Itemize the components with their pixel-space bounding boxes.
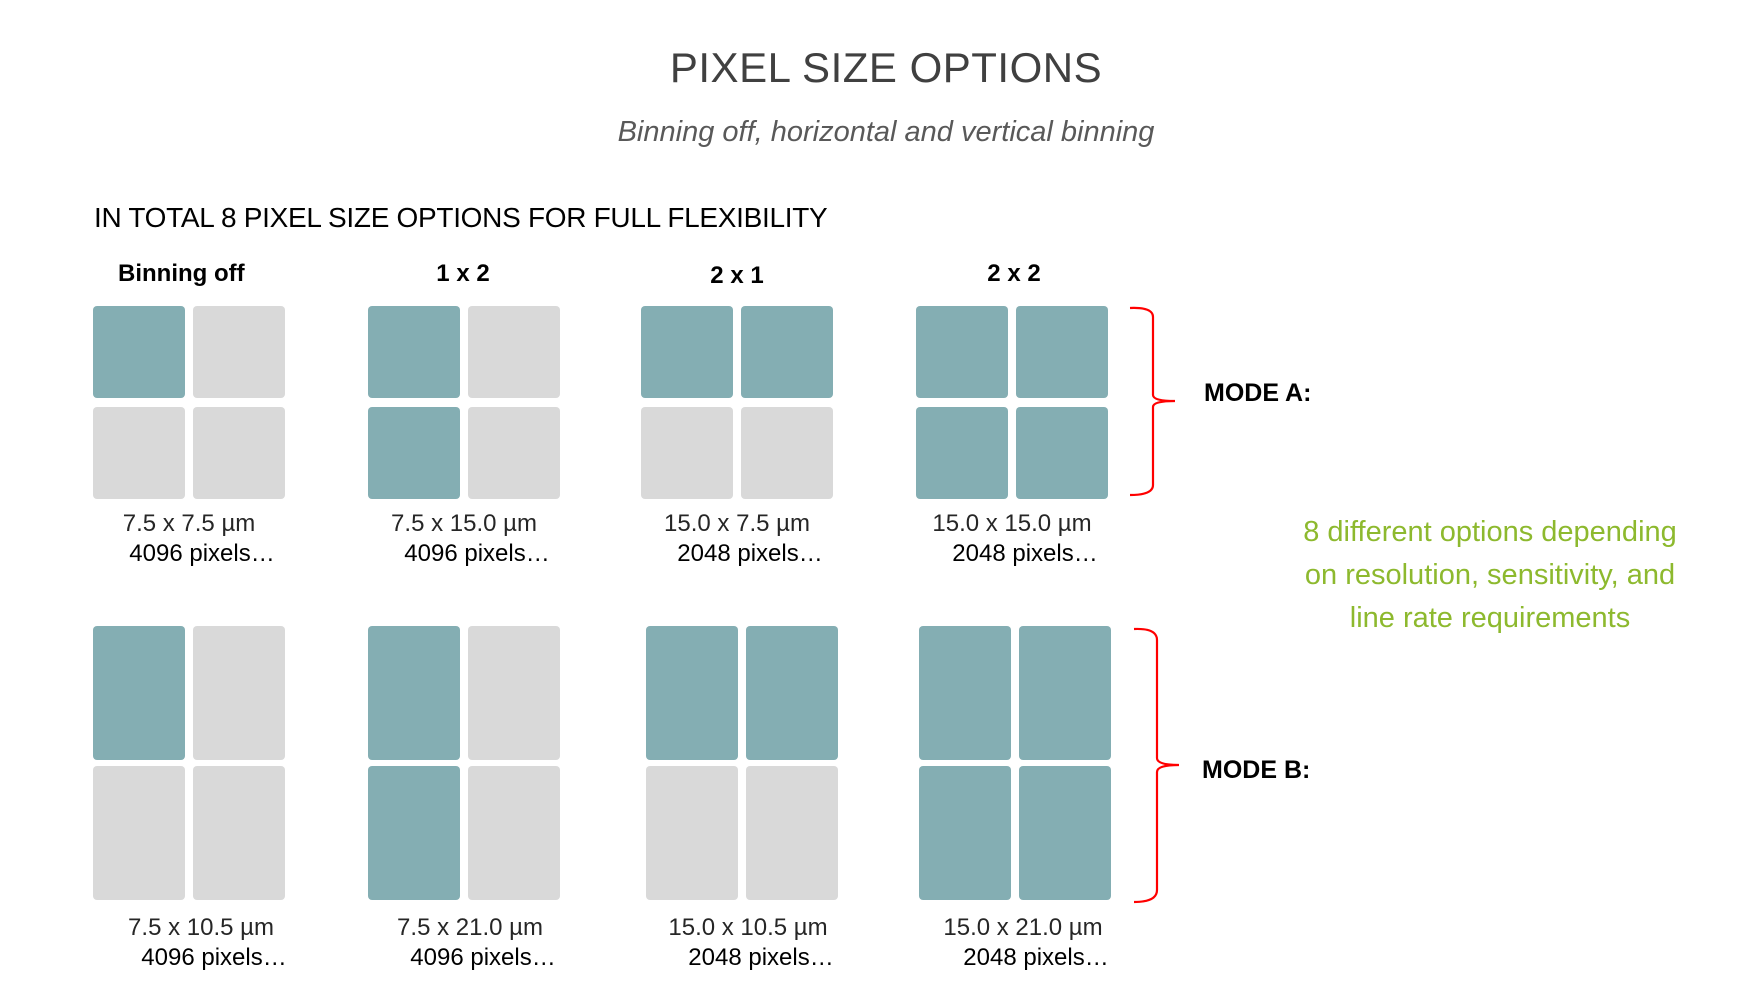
- pixel-size-label: 7.5 x 21.0 µm 4096 pixels…: [340, 913, 600, 973]
- pixel-tile-active: [93, 306, 185, 398]
- pixel-tile-inactive: [93, 766, 185, 900]
- page-title: PIXEL SIZE OPTIONS: [669, 44, 1103, 91]
- pixel-tile-inactive: [746, 766, 838, 900]
- pixel-size-value: 7.5 x 15.0 µm: [391, 510, 537, 537]
- pixel-grid: [919, 626, 1111, 900]
- pixel-tile-inactive: [641, 407, 733, 499]
- options-note: 8 different options depending on resolut…: [1303, 516, 1677, 634]
- pixel-tile-active: [1016, 407, 1108, 499]
- pixel-tile-active: [741, 306, 833, 398]
- pixel-tile-active: [746, 626, 838, 760]
- pixel-size-label: 15.0 x 7.5 µm 2048 pixels…: [607, 509, 867, 569]
- pixel-grid: [646, 626, 838, 900]
- pixel-tile-inactive: [93, 407, 185, 499]
- pixel-tile-inactive: [468, 766, 560, 900]
- mode-a-bracket-icon: [1129, 306, 1176, 497]
- pixel-count-value: 2048 pixels…: [688, 944, 834, 971]
- column-header-1x2: 1 x 2: [436, 260, 490, 287]
- page-subtitle: Binning off, horizontal and vertical bin…: [617, 116, 1155, 148]
- pixel-size-label: 7.5 x 10.5 µm 4096 pixels…: [71, 913, 331, 973]
- pixel-tile-inactive: [468, 626, 560, 760]
- pixel-tile-active: [368, 306, 460, 398]
- mode-b-bracket-icon: [1133, 627, 1180, 904]
- pixel-size-label: 7.5 x 7.5 µm 4096 pixels…: [59, 509, 319, 569]
- pixel-count-value: 2048 pixels…: [677, 540, 823, 567]
- pixel-size-label: 15.0 x 10.5 µm 2048 pixels…: [618, 913, 878, 973]
- pixel-size-value: 7.5 x 7.5 µm: [122, 510, 256, 537]
- pixel-size-value: 15.0 x 15.0 µm: [932, 510, 1092, 537]
- pixel-grid: [641, 306, 833, 499]
- pixel-grid: [368, 306, 560, 499]
- column-header-binning-off: Binning off: [118, 260, 245, 287]
- pixel-size-value: 15.0 x 7.5 µm: [664, 510, 810, 537]
- pixel-size-value: 15.0 x 10.5 µm: [668, 914, 828, 941]
- pixel-size-label: 7.5 x 15.0 µm 4096 pixels…: [334, 509, 594, 569]
- pixel-size-value: 15.0 x 21.0 µm: [943, 914, 1103, 941]
- pixel-tile-inactive: [741, 407, 833, 499]
- pixel-tile-active: [916, 407, 1008, 499]
- pixel-tile-inactive: [646, 766, 738, 900]
- pixel-tile-active: [641, 306, 733, 398]
- pixel-size-label: 15.0 x 15.0 µm 2048 pixels…: [882, 509, 1142, 569]
- section-heading: IN TOTAL 8 PIXEL SIZE OPTIONS FOR FULL F…: [94, 202, 828, 233]
- pixel-tile-active: [368, 626, 460, 760]
- pixel-tile-active: [368, 407, 460, 499]
- mode-b-label: MODE B:: [1202, 756, 1311, 784]
- pixel-tile-active: [916, 306, 1008, 398]
- pixel-tile-inactive: [468, 407, 560, 499]
- pixel-tile-active: [646, 626, 738, 760]
- pixel-count-value: 4096 pixels…: [404, 540, 550, 567]
- pixel-size-value: 7.5 x 21.0 µm: [397, 914, 543, 941]
- pixel-count-value: 2048 pixels…: [952, 540, 1098, 567]
- pixel-tile-active: [1019, 626, 1111, 760]
- pixel-count-value: 4096 pixels…: [129, 540, 275, 567]
- pixel-tile-inactive: [193, 626, 285, 760]
- pixel-tile-active: [368, 766, 460, 900]
- pixel-tile-active: [919, 766, 1011, 900]
- pixel-size-label: 15.0 x 21.0 µm 2048 pixels…: [893, 913, 1153, 973]
- pixel-grid: [93, 626, 285, 900]
- pixel-tile-inactive: [193, 766, 285, 900]
- pixel-tile-inactive: [468, 306, 560, 398]
- column-header-2x1: 2 x 1: [710, 262, 764, 289]
- pixel-count-value: 2048 pixels…: [963, 944, 1109, 971]
- pixel-tile-active: [919, 626, 1011, 760]
- pixel-count-value: 4096 pixels…: [141, 944, 287, 971]
- pixel-tile-active: [1019, 766, 1111, 900]
- pixel-grid: [93, 306, 285, 499]
- pixel-grid: [916, 306, 1108, 499]
- pixel-tile-active: [93, 626, 185, 760]
- pixel-grid: [368, 626, 560, 900]
- pixel-size-value: 7.5 x 10.5 µm: [128, 914, 274, 941]
- mode-a-label: MODE A:: [1204, 379, 1312, 407]
- pixel-tile-inactive: [193, 407, 285, 499]
- pixel-tile-active: [1016, 306, 1108, 398]
- column-header-2x2: 2 x 2: [987, 260, 1041, 287]
- pixel-count-value: 4096 pixels…: [410, 944, 556, 971]
- pixel-tile-inactive: [193, 306, 285, 398]
